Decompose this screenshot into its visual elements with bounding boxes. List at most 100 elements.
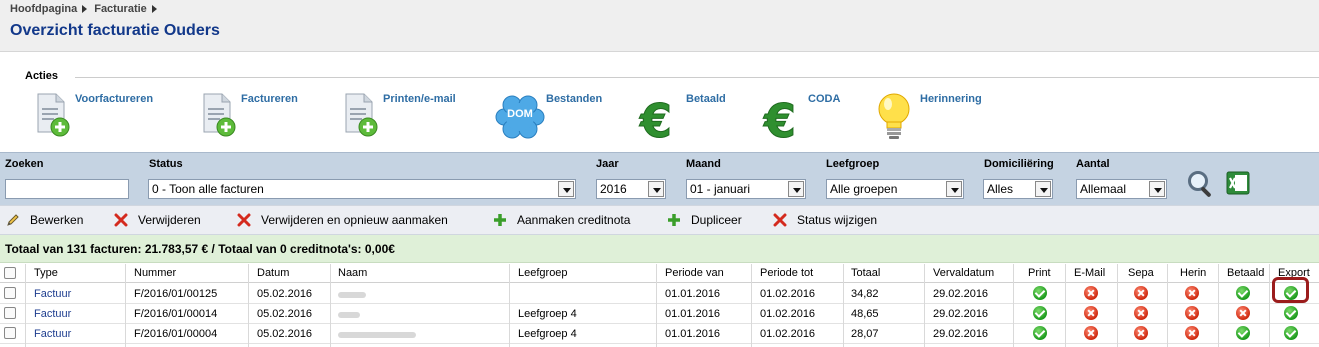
column-header[interactable]: Sepa	[1128, 267, 1154, 279]
column-header[interactable]: Totaal	[851, 267, 880, 279]
select-all-checkbox[interactable]	[4, 267, 16, 279]
chevron-down-icon	[1149, 181, 1165, 197]
delete-icon	[773, 213, 787, 227]
status-select[interactable]: 0 - Toon alle facturen	[148, 179, 576, 199]
plus-icon	[668, 214, 680, 226]
table-row[interactable]: Factuur F/2016/01/00004 05.02.2016 Leefg…	[0, 324, 1319, 344]
cell-periode-van: 01.01.2016	[665, 308, 721, 320]
domiciliering-select[interactable]: Alles	[983, 179, 1053, 199]
delete-recreate-button-label: Verwijderen en opnieuw aanmaken	[261, 213, 448, 227]
breadcrumb-item-facturatie[interactable]: Facturatie	[94, 3, 147, 15]
column-header[interactable]: Betaald	[1227, 267, 1264, 279]
svg-text:€: €	[763, 94, 796, 142]
column-divider	[1117, 264, 1118, 347]
email-cross-icon[interactable]	[1084, 306, 1098, 320]
edit-button[interactable]: Bewerken	[6, 213, 83, 227]
column-divider	[1065, 264, 1066, 347]
column-divider	[924, 264, 925, 347]
delete-recreate-button[interactable]: Verwijderen en opnieuw aanmaken	[237, 213, 448, 227]
column-divider	[125, 264, 126, 347]
column-divider	[330, 264, 331, 347]
breadcrumb-item-hoofdpagina[interactable]: Hoofdpagina	[10, 3, 77, 15]
herin-cross-icon[interactable]	[1185, 286, 1199, 300]
cell-vervaldatum: 29.02.2016	[933, 328, 989, 340]
search-input[interactable]	[5, 179, 129, 199]
plus-icon	[494, 214, 506, 226]
cell-type[interactable]: Factuur	[34, 308, 71, 320]
cell-periode-tot: 01.02.2016	[760, 328, 816, 340]
column-header[interactable]: Herin	[1180, 267, 1206, 279]
breadcrumb: Hoofdpagina Facturatie	[10, 3, 164, 15]
cell-datum: 05.02.2016	[257, 288, 313, 300]
leefgroep-select[interactable]: Alle groepen	[826, 179, 964, 199]
duplicate-button[interactable]: Dupliceer	[667, 213, 742, 227]
export-check-icon[interactable]	[1284, 326, 1298, 340]
row-checkbox[interactable]	[4, 287, 16, 299]
sepa-cross-icon[interactable]	[1134, 286, 1148, 300]
table-row[interactable]: Factuur F/2016/01/00125 05.02.2016 01.01…	[0, 284, 1319, 304]
column-header[interactable]: Print	[1028, 267, 1051, 279]
filter-label-status: Status	[149, 158, 183, 170]
row-checkbox[interactable]	[4, 327, 16, 339]
column-header[interactable]: Periode tot	[760, 267, 813, 279]
column-divider	[25, 264, 26, 347]
betaald-check-icon[interactable]	[1236, 326, 1250, 340]
column-header[interactable]: Nummer	[134, 267, 176, 279]
chevron-down-icon	[946, 181, 962, 197]
column-header[interactable]: Naam	[338, 267, 367, 279]
action-label: Herinnering	[920, 93, 982, 105]
column-header[interactable]: Leefgroep	[518, 267, 568, 279]
change-status-button[interactable]: Status wijzigen	[773, 213, 877, 227]
print-check-icon[interactable]	[1033, 286, 1047, 300]
delete-button[interactable]: Verwijderen	[114, 213, 201, 227]
export-highlight-marker	[1272, 277, 1309, 303]
filter-label-domiciliering: Domiciliëring	[984, 158, 1054, 170]
column-divider	[509, 264, 510, 347]
excel-export-icon[interactable]	[1226, 171, 1250, 195]
cell-leefgroep: Leefgroep 4	[518, 328, 577, 340]
table-row[interactable]: Factuur F/2016/01/00014 05.02.2016 Leefg…	[0, 304, 1319, 324]
column-header[interactable]: Type	[34, 267, 58, 279]
herin-cross-icon[interactable]	[1185, 306, 1199, 320]
email-cross-icon[interactable]	[1084, 326, 1098, 340]
domiciliering-select-value: Alles	[987, 182, 1014, 196]
filter-label-aantal: Aantal	[1076, 158, 1110, 170]
column-header[interactable]: Vervaldatum	[933, 267, 994, 279]
cell-vervaldatum: 29.02.2016	[933, 308, 989, 320]
sepa-cross-icon[interactable]	[1134, 326, 1148, 340]
sepa-cross-icon[interactable]	[1134, 306, 1148, 320]
jaar-select[interactable]: 2016	[596, 179, 666, 199]
cell-periode-tot: 01.02.2016	[760, 308, 816, 320]
print-check-icon[interactable]	[1033, 306, 1047, 320]
print-check-icon[interactable]	[1033, 326, 1047, 340]
page-title: Overzicht facturatie Ouders	[10, 22, 220, 39]
column-divider	[1167, 264, 1168, 347]
betaald-cross-icon[interactable]	[1236, 306, 1250, 320]
search-icon[interactable]	[1186, 169, 1216, 199]
cell-type[interactable]: Factuur	[34, 328, 71, 340]
herin-cross-icon[interactable]	[1185, 326, 1199, 340]
column-divider	[248, 264, 249, 347]
create-creditnote-button[interactable]: Aanmaken creditnota	[493, 213, 630, 227]
actions-title: Acties	[25, 70, 59, 82]
pencil-icon	[7, 214, 19, 226]
cell-type[interactable]: Factuur	[34, 288, 71, 300]
chevron-down-icon	[788, 181, 804, 197]
row-checkbox[interactable]	[4, 307, 16, 319]
filter-bar: Zoeken Status 0 - Toon alle facturen Jaa…	[0, 152, 1319, 205]
cell-nummer: F/2016/01/00125	[134, 288, 218, 300]
column-header[interactable]: E-Mail	[1074, 267, 1105, 279]
filter-label-jaar: Jaar	[596, 158, 619, 170]
email-cross-icon[interactable]	[1084, 286, 1098, 300]
column-header[interactable]: Periode van	[665, 267, 724, 279]
column-header[interactable]: Datum	[257, 267, 289, 279]
cell-nummer: F/2016/01/00004	[134, 328, 218, 340]
chevron-down-icon	[648, 181, 664, 197]
delete-button-label: Verwijderen	[138, 213, 201, 227]
cell-leefgroep: Leefgroep 4	[518, 308, 577, 320]
leefgroep-select-value: Alle groepen	[830, 182, 898, 196]
export-check-icon[interactable]	[1284, 306, 1298, 320]
aantal-select[interactable]: Allemaal	[1076, 179, 1167, 199]
betaald-check-icon[interactable]	[1236, 286, 1250, 300]
maand-select[interactable]: 01 - januari	[686, 179, 806, 199]
